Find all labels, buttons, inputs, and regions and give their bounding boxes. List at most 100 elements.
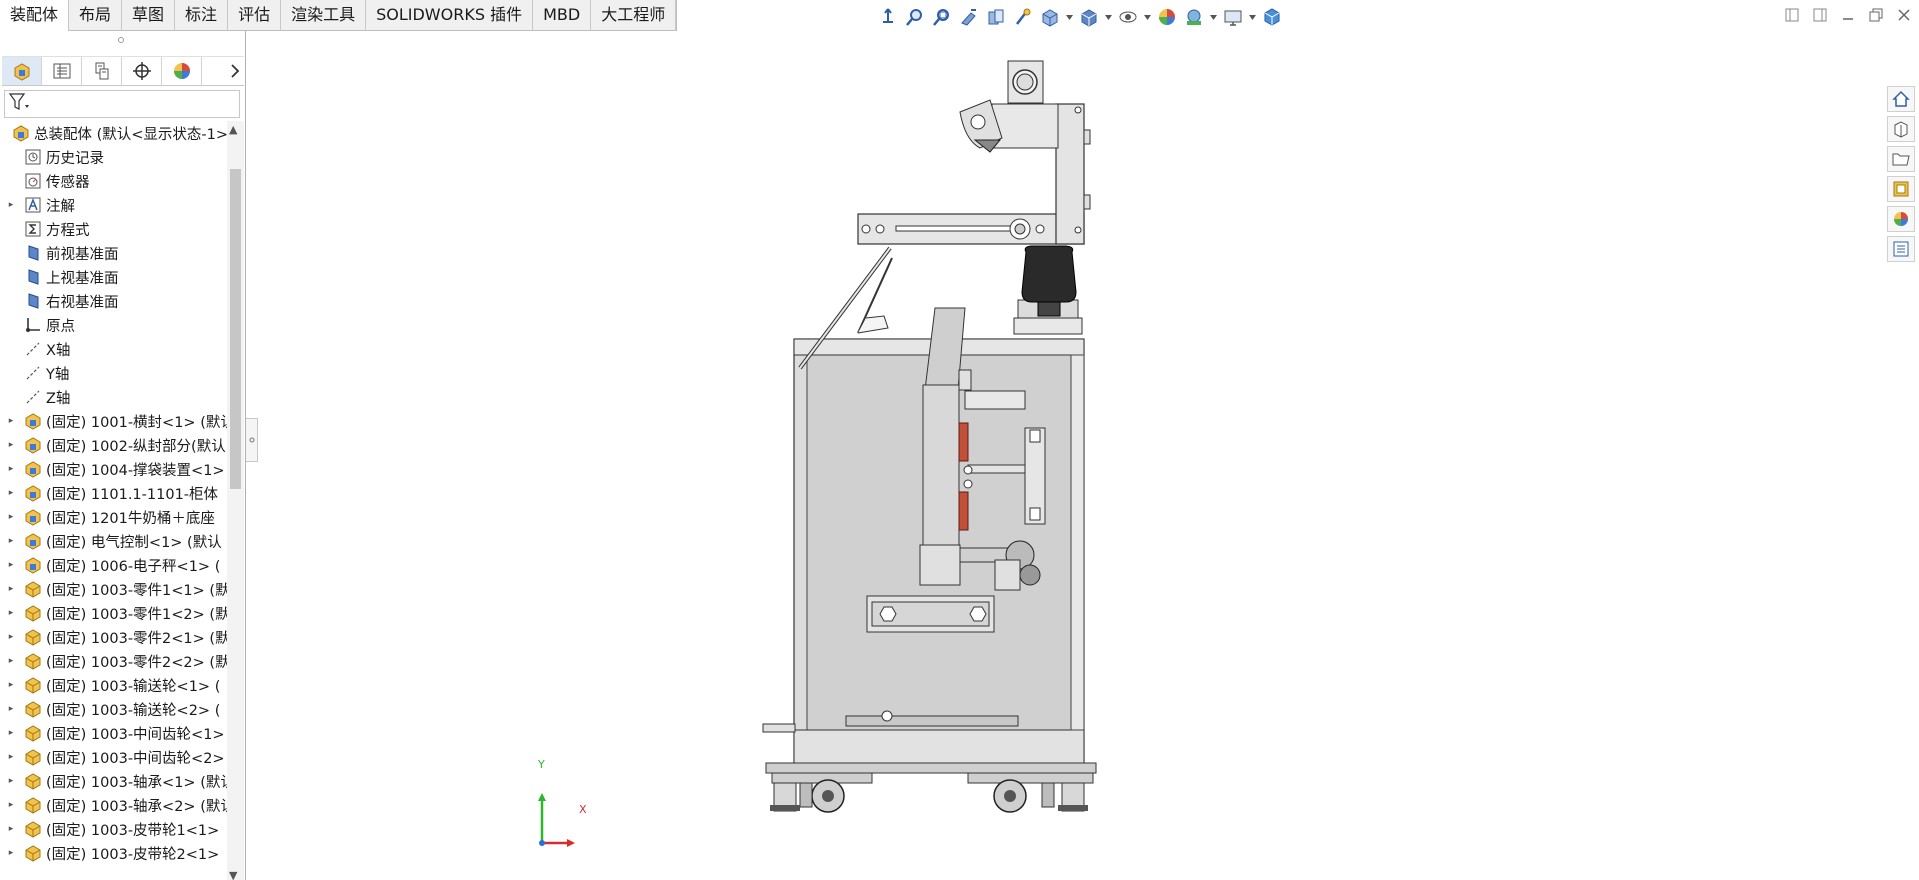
display-style-icon[interactable] bbox=[1077, 5, 1101, 29]
tree-item[interactable]: ▸ (固定) 1003-零件2<2> (默 bbox=[0, 649, 228, 673]
file-explorer-icon[interactable] bbox=[1887, 146, 1915, 172]
3d-view-icon[interactable] bbox=[1260, 5, 1284, 29]
tree-item[interactable]: ▸ (固定) 1003-零件1<2> (默 bbox=[0, 601, 228, 625]
edit-appearance-icon[interactable] bbox=[1155, 5, 1179, 29]
zoom-to-area-icon[interactable] bbox=[930, 5, 954, 29]
tree-item[interactable]: 总装配体 (默认<显示状态-1> bbox=[0, 121, 228, 145]
hide-show-items-icon[interactable] bbox=[1116, 5, 1140, 29]
apply-scene-dropdown[interactable] bbox=[1209, 5, 1218, 29]
tree-item[interactable]: 右视基准面 bbox=[0, 289, 228, 313]
view-orientation-icon[interactable] bbox=[876, 5, 900, 29]
expand-arrow-icon[interactable]: ▸ bbox=[6, 680, 16, 690]
tree-item[interactable]: ▸ (固定) 1003-输送轮<2> ( bbox=[0, 697, 228, 721]
expand-arrow-icon[interactable]: ▸ bbox=[6, 824, 16, 834]
section-view-icon[interactable] bbox=[984, 5, 1008, 29]
expand-arrow-icon[interactable]: ▸ bbox=[6, 752, 16, 762]
view-palette-icon[interactable] bbox=[1887, 176, 1915, 202]
expand-arrow-icon[interactable]: ▸ bbox=[6, 776, 16, 786]
tree-item[interactable]: 方程式 bbox=[0, 217, 228, 241]
tree-vertical-scrollbar[interactable]: ▲ ▼ bbox=[227, 121, 244, 880]
tree-item[interactable]: ▸ (固定) 1201牛奶桶＋底座 bbox=[0, 505, 228, 529]
restore-icon[interactable] bbox=[1867, 6, 1885, 24]
tab-evaluate[interactable]: 评估 bbox=[228, 0, 282, 31]
expand-arrow-icon[interactable]: ▸ bbox=[6, 608, 16, 618]
tab-mbd[interactable]: MBD bbox=[533, 0, 592, 31]
tree-item[interactable]: ▸ (固定) 1006-电子秤<1> ( bbox=[0, 553, 228, 577]
tree-item[interactable]: ▸ (固定) 1101.1-1101-柜体 bbox=[0, 481, 228, 505]
apply-scene-icon[interactable] bbox=[1182, 5, 1206, 29]
solidworks-resources-icon[interactable] bbox=[1887, 86, 1915, 112]
scroll-up-icon[interactable]: ▲ bbox=[229, 123, 237, 136]
close-icon[interactable] bbox=[1895, 6, 1913, 24]
zoom-to-fit-icon[interactable] bbox=[903, 5, 927, 29]
scroll-down-icon[interactable]: ▼ bbox=[229, 869, 237, 880]
custom-properties-icon[interactable] bbox=[1887, 236, 1915, 262]
tab-markup[interactable]: 标注 bbox=[175, 0, 229, 31]
dynamic-annotation-icon[interactable] bbox=[1011, 5, 1035, 29]
display-manager-icon[interactable] bbox=[162, 57, 202, 85]
assembly-model-render[interactable] bbox=[247, 31, 1887, 880]
tree-item[interactable]: X轴 bbox=[0, 337, 228, 361]
appearances-scenes-icon[interactable] bbox=[1887, 206, 1915, 232]
tree-item[interactable]: Z轴 bbox=[0, 385, 228, 409]
tab-assembly[interactable]: 装配体 bbox=[0, 0, 70, 31]
tree-item[interactable]: ▸ (固定) 1003-皮带轮2<1> bbox=[0, 841, 228, 865]
display-style-dropdown[interactable] bbox=[1104, 5, 1113, 29]
panel-grip[interactable] bbox=[118, 37, 124, 43]
expand-arrow-icon[interactable]: ▸ bbox=[6, 512, 16, 522]
tab-render-tools[interactable]: 渲染工具 bbox=[281, 0, 367, 31]
view-settings-dropdown[interactable] bbox=[1248, 5, 1257, 29]
expand-arrow-icon[interactable]: ▸ bbox=[6, 488, 16, 498]
expand-arrow-icon[interactable]: ▸ bbox=[6, 632, 16, 642]
expand-arrow-icon[interactable]: ▸ bbox=[6, 560, 16, 570]
tree-item[interactable]: ▸ (固定) 1004-撑袋装置<1> bbox=[0, 457, 228, 481]
tree-item[interactable]: ▸ (固定) 1003-中间齿轮<1> bbox=[0, 721, 228, 745]
tile-left-icon[interactable] bbox=[1783, 6, 1801, 24]
hide-show-dropdown[interactable] bbox=[1143, 5, 1152, 29]
view-orientation-cube-icon[interactable] bbox=[1038, 5, 1062, 29]
expand-arrow-icon[interactable]: ▸ bbox=[6, 440, 16, 450]
tile-right-icon[interactable] bbox=[1811, 6, 1829, 24]
tree-item[interactable]: 传感器 bbox=[0, 169, 228, 193]
tab-big-engineer[interactable]: 大工程师 bbox=[591, 0, 677, 31]
tree-item[interactable]: 历史记录 bbox=[0, 145, 228, 169]
tab-sketch[interactable]: 草图 bbox=[122, 0, 176, 31]
expand-arrow-icon[interactable]: ▸ bbox=[6, 704, 16, 714]
tree-item[interactable]: ▸ (固定) 1003-零件1<1> (默 bbox=[0, 577, 228, 601]
tree-item[interactable]: ▸ (固定) 1003-轴承<2> (默认 bbox=[0, 793, 228, 817]
scroll-thumb[interactable] bbox=[230, 169, 241, 489]
tab-layout[interactable]: 布局 bbox=[69, 0, 123, 31]
tree-item[interactable]: ▸ (固定) 电气控制<1> (默认 bbox=[0, 529, 228, 553]
tree-item[interactable]: ▸ (固定) 1003-轴承<1> (默认 bbox=[0, 769, 228, 793]
property-manager-icon[interactable] bbox=[42, 57, 82, 85]
expand-arrow-icon[interactable]: ▸ bbox=[6, 416, 16, 426]
tree-item[interactable]: ▸ (固定) 1002-纵封部分(默认 bbox=[0, 433, 228, 457]
expand-arrow-icon[interactable]: ▸ bbox=[6, 656, 16, 666]
dimxpert-icon[interactable] bbox=[122, 57, 162, 85]
feature-manager-icon[interactable] bbox=[2, 57, 42, 85]
expand-arrow-icon[interactable]: ▸ bbox=[6, 728, 16, 738]
tree-item[interactable]: 前视基准面 bbox=[0, 241, 228, 265]
view-settings-icon[interactable] bbox=[1221, 5, 1245, 29]
tree-item[interactable]: ▸ (固定) 1003-输送轮<1> ( bbox=[0, 673, 228, 697]
tree-item[interactable]: ▸ (固定) 1003-皮带轮1<1> bbox=[0, 817, 228, 841]
expand-arrow-icon[interactable]: ▸ bbox=[6, 848, 16, 858]
tree-item[interactable]: ▸ (固定) 1003-零件2<1> (默 bbox=[0, 625, 228, 649]
minimize-icon[interactable] bbox=[1839, 6, 1857, 24]
tree-item[interactable]: ▸ 注解 bbox=[0, 193, 228, 217]
tree-item[interactable]: Y轴 bbox=[0, 361, 228, 385]
tab-solidworks-addins[interactable]: SOLIDWORKS 插件 bbox=[366, 0, 534, 31]
expand-arrow-icon[interactable]: ▸ bbox=[6, 584, 16, 594]
graphics-area[interactable]: Y X bbox=[247, 31, 1887, 880]
tree-item[interactable]: 上视基准面 bbox=[0, 265, 228, 289]
previous-view-icon[interactable] bbox=[957, 5, 981, 29]
view-orientation-dropdown[interactable] bbox=[1065, 5, 1074, 29]
tree-filter-input[interactable] bbox=[4, 90, 240, 118]
expand-arrow-icon[interactable]: ▸ bbox=[6, 464, 16, 474]
chevron-right-icon[interactable] bbox=[226, 57, 244, 85]
expand-arrow-icon[interactable]: ▸ bbox=[6, 800, 16, 810]
configuration-manager-icon[interactable] bbox=[82, 57, 122, 85]
design-library-icon[interactable] bbox=[1887, 116, 1915, 142]
tree-item[interactable]: 原点 bbox=[0, 313, 228, 337]
expand-arrow-icon[interactable]: ▸ bbox=[6, 536, 16, 546]
